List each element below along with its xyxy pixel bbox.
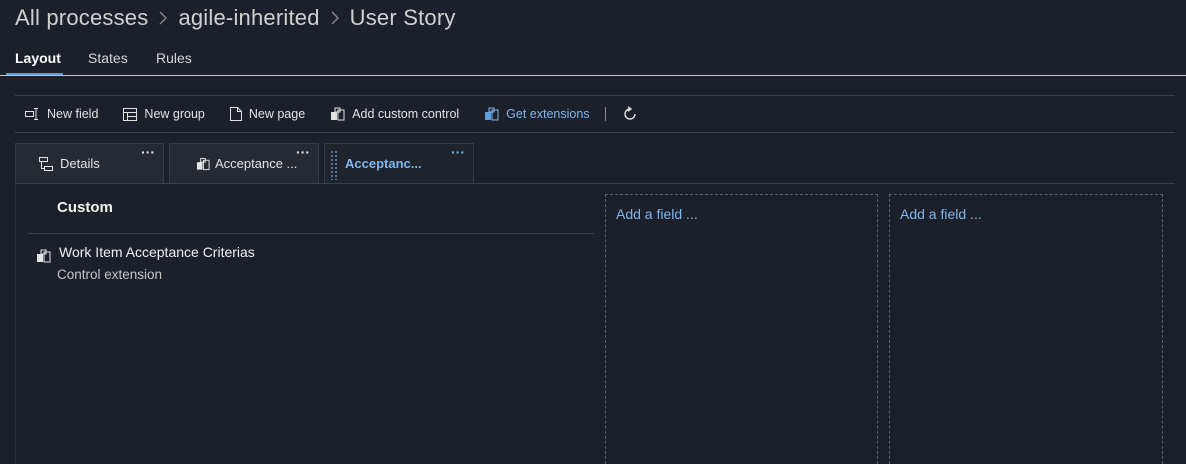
get-extensions-button[interactable]: Get extensions bbox=[484, 102, 590, 126]
tab-layout[interactable]: Layout bbox=[15, 50, 61, 70]
new-group-button[interactable]: New group bbox=[123, 102, 205, 126]
custom-control-icon bbox=[331, 107, 345, 121]
page-tab-acceptance[interactable]: Acceptance ... ··· bbox=[169, 143, 319, 183]
new-page-button[interactable]: New page bbox=[229, 102, 306, 126]
tree-icon bbox=[39, 157, 53, 171]
new-group-label: New group bbox=[144, 107, 205, 121]
section-2: Add a field ... bbox=[605, 194, 878, 464]
breadcrumb: All processes agile-inherited User Story bbox=[15, 4, 456, 32]
page-tab-acceptance-active[interactable]: Acceptanc... ··· bbox=[324, 143, 474, 183]
tab-rules[interactable]: Rules bbox=[156, 50, 192, 70]
drag-grip-icon[interactable] bbox=[330, 150, 338, 180]
field-work-item-acceptance-criterias[interactable]: Work Item Acceptance Criterias Control e… bbox=[36, 243, 576, 287]
breadcrumb-all-processes[interactable]: All processes bbox=[15, 5, 148, 31]
section-3: Add a field ... bbox=[889, 194, 1163, 464]
group-title[interactable]: Custom bbox=[57, 199, 113, 216]
new-page-label: New page bbox=[248, 107, 306, 121]
page-tab-label: Acceptanc... bbox=[345, 156, 422, 171]
add-field-link[interactable]: Add a field ... bbox=[616, 206, 698, 222]
tab-states[interactable]: States bbox=[88, 50, 128, 70]
more-options-icon[interactable]: ··· bbox=[141, 145, 155, 159]
more-options-icon[interactable]: ··· bbox=[296, 145, 310, 159]
breadcrumb-process[interactable]: agile-inherited bbox=[178, 5, 319, 31]
more-options-icon[interactable]: ··· bbox=[451, 145, 465, 159]
refresh-icon bbox=[623, 106, 636, 120]
toolbar-separator bbox=[604, 107, 606, 121]
toolbar: New field New group New page Add custom … bbox=[15, 96, 1175, 133]
field-type: Control extension bbox=[57, 267, 163, 282]
page-tab-label: Acceptance ... bbox=[215, 156, 298, 171]
add-custom-control-button[interactable]: Add custom control bbox=[330, 102, 459, 126]
add-field-link[interactable]: Add a field ... bbox=[900, 206, 982, 222]
chevron-right-icon bbox=[330, 11, 340, 25]
extension-icon bbox=[37, 249, 51, 263]
add-custom-control-label: Add custom control bbox=[352, 107, 460, 121]
new-field-button[interactable]: New field bbox=[25, 102, 98, 126]
chevron-right-icon bbox=[158, 11, 168, 25]
new-field-label: New field bbox=[47, 107, 99, 121]
page-tab-details[interactable]: Details ··· bbox=[15, 143, 164, 183]
new-page-icon bbox=[229, 107, 242, 121]
extensions-icon bbox=[485, 107, 499, 121]
extension-icon bbox=[196, 157, 210, 171]
active-tab-indicator bbox=[6, 73, 63, 75]
tab-bar: Layout States Rules bbox=[0, 44, 1186, 76]
group-divider bbox=[28, 233, 594, 234]
get-extensions-label: Get extensions bbox=[506, 107, 590, 121]
new-field-icon bbox=[25, 108, 38, 120]
page-tab-label: Details bbox=[60, 156, 100, 171]
refresh-button[interactable] bbox=[622, 102, 645, 126]
breadcrumb-work-item-type: User Story bbox=[349, 5, 456, 30]
new-group-icon bbox=[123, 107, 138, 121]
field-name: Work Item Acceptance Criterias bbox=[59, 244, 255, 260]
